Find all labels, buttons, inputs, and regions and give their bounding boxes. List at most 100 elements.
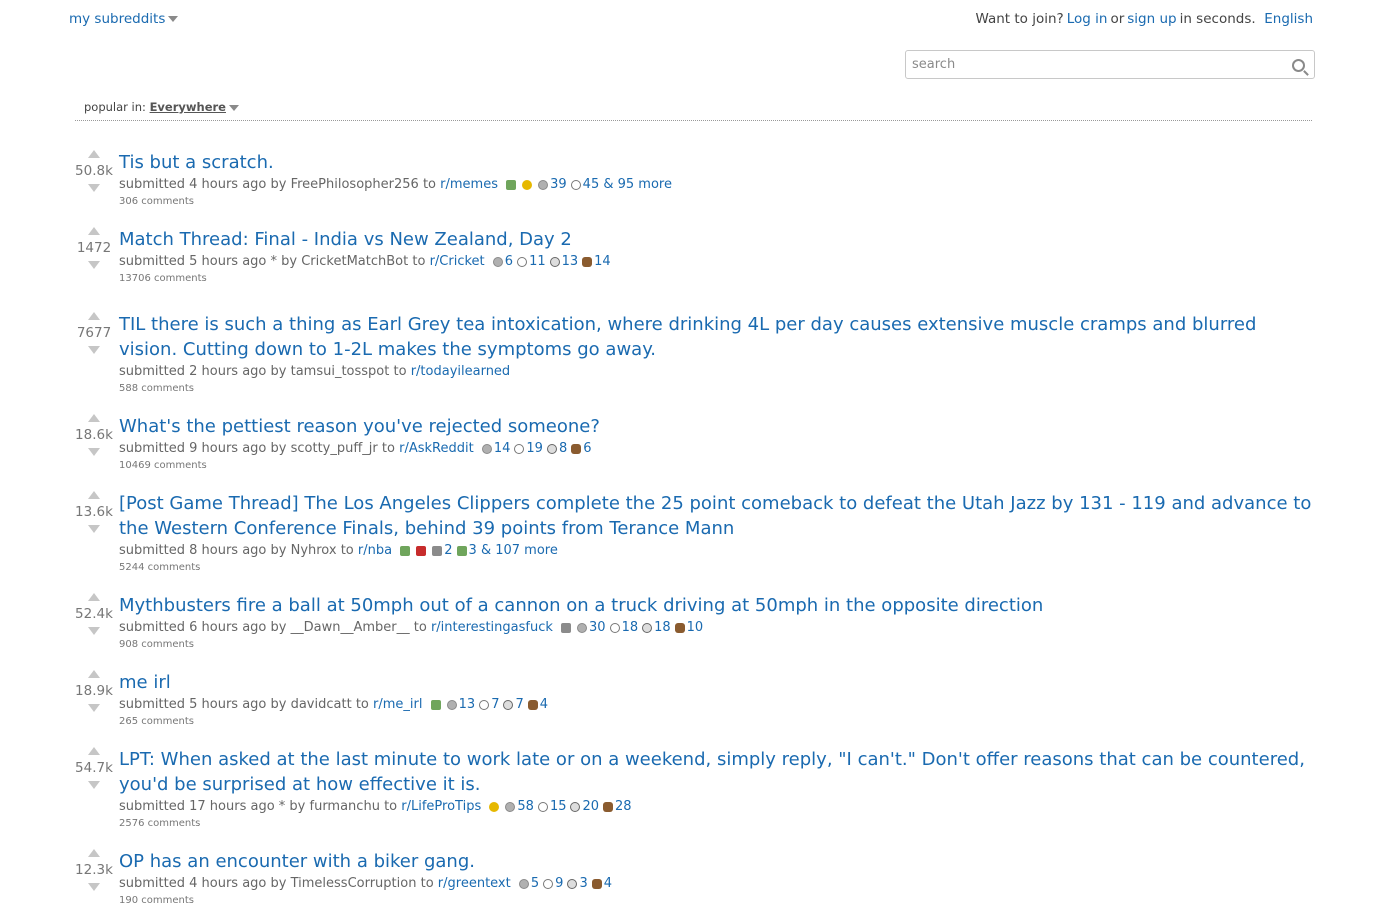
- downvote-arrow-icon[interactable]: [88, 448, 100, 456]
- award-count[interactable]: 7: [515, 697, 523, 712]
- comments-link[interactable]: 908 comments: [119, 639, 1312, 650]
- search-input[interactable]: [912, 55, 1272, 74]
- upvote-arrow-icon[interactable]: [88, 312, 100, 320]
- helpful-award-icon[interactable]: [514, 443, 525, 454]
- upvote-arrow-icon[interactable]: [88, 747, 100, 755]
- more-awards-link[interactable]: & 95 more: [603, 177, 672, 192]
- comments-link[interactable]: 13706 comments: [119, 273, 1312, 284]
- award-count[interactable]: 14: [594, 254, 611, 269]
- award-icon[interactable]: [522, 179, 533, 190]
- upvote-arrow-icon[interactable]: [88, 491, 100, 499]
- award-count[interactable]: 3: [579, 876, 587, 891]
- downvote-arrow-icon[interactable]: [88, 781, 100, 789]
- award-count[interactable]: 14: [494, 441, 511, 456]
- subreddit-link[interactable]: r/me_irl: [373, 697, 422, 712]
- award-icon[interactable]: [432, 545, 443, 556]
- author-link[interactable]: FreePhilosopher256: [291, 177, 419, 192]
- comments-link[interactable]: 265 comments: [119, 716, 1312, 727]
- award-count[interactable]: 4: [540, 697, 548, 712]
- subreddit-link[interactable]: r/LifeProTips: [401, 799, 481, 814]
- award-count[interactable]: 7: [491, 697, 499, 712]
- award-count[interactable]: 15: [550, 799, 567, 814]
- gold-award-icon[interactable]: [591, 878, 602, 889]
- upvote-arrow-icon[interactable]: [88, 227, 100, 235]
- downvote-arrow-icon[interactable]: [88, 346, 100, 354]
- subreddit-link[interactable]: r/memes: [440, 177, 498, 192]
- wholesome-award-icon[interactable]: [503, 699, 514, 710]
- helpful-award-icon[interactable]: [517, 256, 528, 267]
- award-count[interactable]: 11: [529, 254, 546, 269]
- award-icon[interactable]: [489, 801, 500, 812]
- post-title[interactable]: LPT: When asked at the last minute to wo…: [119, 747, 1312, 797]
- award-count[interactable]: 18: [622, 620, 639, 635]
- helpful-award-icon[interactable]: [609, 622, 620, 633]
- award-count[interactable]: 20: [582, 799, 599, 814]
- author-link[interactable]: __Dawn__Amber__: [291, 620, 410, 635]
- award-count[interactable]: 6: [505, 254, 513, 269]
- gold-award-icon[interactable]: [571, 443, 582, 454]
- award-count[interactable]: 58: [517, 799, 534, 814]
- gold-award-icon[interactable]: [674, 622, 685, 633]
- comments-link[interactable]: 190 comments: [119, 895, 1312, 906]
- award-count[interactable]: 9: [555, 876, 563, 891]
- more-awards-link[interactable]: & 107 more: [481, 543, 558, 558]
- author-link[interactable]: Nyhrox: [291, 543, 337, 558]
- award-count[interactable]: 30: [589, 620, 606, 635]
- award-count[interactable]: 28: [615, 799, 632, 814]
- downvote-arrow-icon[interactable]: [88, 627, 100, 635]
- author-link[interactable]: scotty_puff_jr: [291, 441, 378, 456]
- gold-award-icon[interactable]: [603, 801, 614, 812]
- award-icon[interactable]: [430, 699, 441, 710]
- award-icon[interactable]: [416, 545, 427, 556]
- post-title[interactable]: [Post Game Thread] The Los Angeles Clipp…: [119, 491, 1312, 541]
- award-count[interactable]: 13: [562, 254, 579, 269]
- helpful-award-icon[interactable]: [479, 699, 490, 710]
- award-count[interactable]: 8: [559, 441, 567, 456]
- subreddit-link[interactable]: r/nba: [358, 543, 392, 558]
- helpful-award-icon[interactable]: [543, 878, 554, 889]
- gold-award-icon[interactable]: [527, 699, 538, 710]
- silver-award-icon[interactable]: [518, 878, 529, 889]
- upvote-arrow-icon[interactable]: [88, 593, 100, 601]
- wholesome-award-icon[interactable]: [549, 256, 560, 267]
- comments-link[interactable]: 10469 comments: [119, 460, 1312, 471]
- comments-link[interactable]: 306 comments: [119, 196, 1312, 207]
- award-icon[interactable]: [456, 545, 467, 556]
- award-count[interactable]: 39: [550, 177, 567, 192]
- silver-award-icon[interactable]: [446, 699, 457, 710]
- wholesome-award-icon[interactable]: [567, 878, 578, 889]
- award-icon[interactable]: [561, 622, 572, 633]
- language-link[interactable]: English: [1264, 11, 1313, 27]
- post-title[interactable]: me irl: [119, 670, 1312, 695]
- search-icon[interactable]: [1292, 59, 1305, 72]
- gold-award-icon[interactable]: [582, 256, 593, 267]
- post-title[interactable]: Match Thread: Final - India vs New Zeala…: [119, 227, 1312, 252]
- author-link[interactable]: CricketMatchBot: [301, 254, 408, 269]
- downvote-arrow-icon[interactable]: [88, 261, 100, 269]
- upvote-arrow-icon[interactable]: [88, 849, 100, 857]
- comments-link[interactable]: 5244 comments: [119, 562, 1312, 573]
- author-link[interactable]: furmanchu: [310, 799, 380, 814]
- silver-award-icon[interactable]: [538, 179, 549, 190]
- subreddit-link[interactable]: r/Cricket: [430, 254, 485, 269]
- award-count[interactable]: 3: [469, 543, 477, 558]
- my-subreddits-label[interactable]: my subreddits: [69, 11, 165, 27]
- subreddit-link[interactable]: r/AskReddit: [399, 441, 474, 456]
- post-title[interactable]: What's the pettiest reason you've reject…: [119, 414, 1312, 439]
- upvote-arrow-icon[interactable]: [88, 414, 100, 422]
- award-count[interactable]: 6: [583, 441, 591, 456]
- wholesome-award-icon[interactable]: [546, 443, 557, 454]
- downvote-arrow-icon[interactable]: [88, 184, 100, 192]
- author-link[interactable]: davidcatt: [291, 697, 352, 712]
- award-count[interactable]: 4: [604, 876, 612, 891]
- comments-link[interactable]: 588 comments: [119, 383, 1312, 394]
- downvote-arrow-icon[interactable]: [88, 704, 100, 712]
- author-link[interactable]: tamsui_tosspot: [291, 364, 390, 379]
- location-dropdown[interactable]: Everywhere: [150, 100, 226, 114]
- award-count[interactable]: 45: [583, 177, 600, 192]
- silver-award-icon[interactable]: [505, 801, 516, 812]
- upvote-arrow-icon[interactable]: [88, 670, 100, 678]
- subreddit-link[interactable]: r/todayilearned: [411, 364, 510, 379]
- post-title[interactable]: Tis but a scratch.: [119, 150, 1312, 175]
- search-box[interactable]: [905, 50, 1315, 79]
